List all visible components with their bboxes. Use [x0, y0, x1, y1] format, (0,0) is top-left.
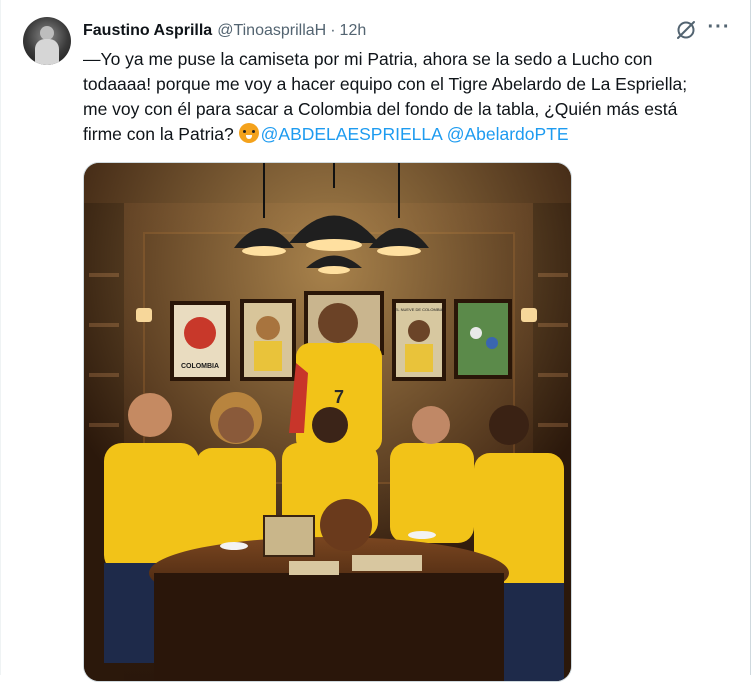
- poster-2-label: EL NUEVE DE COLOMBIA: [395, 307, 444, 312]
- mention-abdelaespriella[interactable]: @ABDELAESPRIELLA: [261, 124, 442, 144]
- author-avatar[interactable]: [23, 17, 71, 65]
- tweet-image[interactable]: COLOMBIA EL NUEVE DE COLOMBIA 7: [83, 162, 572, 682]
- tweet-header: Faustino Asprilla @TinoasprillaH · 12h: [83, 20, 366, 42]
- tweet-card[interactable]: Faustino Asprilla @TinoasprillaH · 12h ·…: [0, 0, 751, 682]
- author-name[interactable]: Faustino Asprilla: [83, 22, 212, 40]
- grok-icon[interactable]: [674, 18, 698, 42]
- tiger-face-icon: [238, 123, 259, 143]
- separator-dot: ·: [330, 22, 336, 39]
- more-options-icon[interactable]: ···: [707, 17, 731, 42]
- poster-colombia-label: COLOMBIA: [181, 363, 219, 370]
- mention-abelardopte[interactable]: @AbelardoPTE: [447, 124, 569, 144]
- author-handle[interactable]: @TinoasprillaH: [217, 22, 326, 40]
- timestamp[interactable]: 12h: [340, 22, 367, 40]
- jersey-number: 7: [334, 387, 344, 407]
- team-photo-illustration: COLOMBIA EL NUEVE DE COLOMBIA 7: [84, 163, 571, 681]
- tweet-text: —Yo ya me puse la camiseta por mi Patria…: [83, 47, 703, 147]
